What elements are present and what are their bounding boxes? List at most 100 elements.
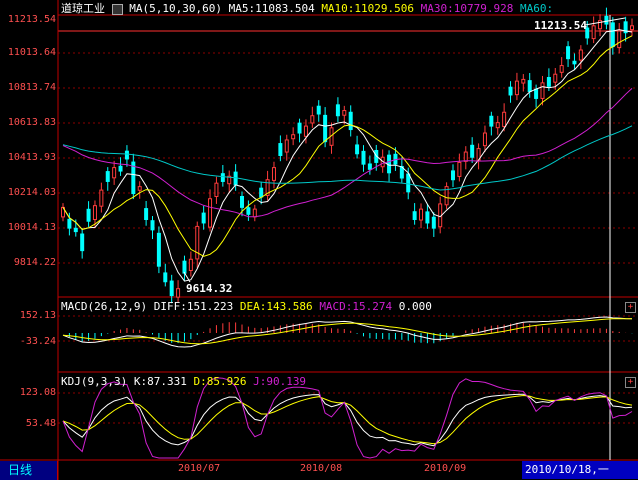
candle-up	[291, 134, 296, 140]
candle-down	[240, 195, 245, 208]
candle-down	[80, 233, 85, 252]
macd-spec: MACD(26,12,9)	[61, 300, 148, 313]
candle-down	[348, 111, 353, 131]
kdj-k-line	[62, 393, 633, 447]
candle-up	[457, 161, 462, 177]
kdj-expand-button[interactable]: +	[625, 377, 636, 388]
candle-down	[361, 150, 366, 165]
macd-axis-label: -33.24	[19, 336, 56, 347]
low-price-label: 9614.32	[186, 282, 233, 295]
x-axis-label: 2010/09	[424, 463, 467, 474]
price-axis-label: 9814.22	[13, 257, 56, 268]
macd-diff-value: DIFF:151.223	[153, 300, 234, 313]
macd-diff-line	[62, 316, 633, 348]
candle-up	[482, 132, 487, 147]
candle-down	[566, 46, 571, 60]
candle-up	[419, 208, 424, 221]
macd-dea-value: DEA:143.586	[239, 300, 313, 313]
candle-down	[182, 260, 187, 274]
candle-down	[527, 80, 532, 93]
candle-down	[572, 60, 577, 65]
candle-up	[502, 111, 507, 127]
kdj-axis-label: 123.08	[19, 387, 56, 398]
macd-lines	[62, 316, 633, 348]
price-axis-label: 10214.03	[7, 187, 56, 198]
candle-down	[610, 22, 615, 48]
kdj-header: KDJ(9,3,3) K:87.331 D:85.926 J:90.139	[61, 375, 306, 388]
price-axis-label: 10613.83	[7, 117, 56, 128]
candle-up	[310, 115, 315, 124]
candle-up	[521, 78, 526, 84]
candle-down	[73, 227, 78, 233]
candle-down	[406, 173, 411, 193]
x-axis-label: 2010/07	[178, 463, 221, 474]
kdj-d-line	[62, 394, 633, 445]
candle-up	[214, 182, 219, 197]
candle-down	[450, 170, 455, 181]
grid-lines	[0, 0, 638, 480]
stock-chart[interactable]	[0, 0, 638, 480]
candle-up	[553, 73, 558, 83]
candle-down	[355, 144, 360, 155]
candle-down	[220, 173, 225, 182]
candle-up	[514, 80, 519, 96]
candle-down	[169, 280, 174, 297]
candle-up	[208, 198, 213, 228]
candle-up	[578, 49, 583, 61]
candle-down	[118, 165, 123, 172]
candle-up	[92, 205, 97, 220]
ma-spec: MA(5,10,30,60)	[129, 2, 222, 15]
candle-down	[67, 218, 72, 229]
candle-down	[425, 211, 430, 224]
kdj-k-value: K:87.331	[133, 375, 187, 388]
candle-down	[156, 232, 161, 267]
candle-down	[278, 143, 283, 157]
ma10-line	[62, 35, 633, 257]
candle-down	[144, 208, 149, 220]
candle-up	[284, 139, 289, 153]
candle-up	[271, 167, 276, 181]
candle-down	[367, 163, 372, 170]
candle-down	[335, 104, 340, 117]
candle-down	[604, 15, 609, 25]
high-price-label: 11213.54	[534, 19, 587, 32]
candle-up	[559, 65, 564, 73]
main-header: 道琼工业 MA(5,10,30,60) MA5:11083.504 MA10:1…	[61, 2, 553, 15]
candle-up	[252, 208, 257, 218]
macd-zero-value: 0.000	[398, 300, 432, 313]
candle-down	[105, 171, 110, 182]
candle-up	[540, 82, 545, 99]
candle-up	[591, 25, 596, 40]
candle-up	[303, 125, 308, 137]
candle-down	[150, 220, 155, 231]
candle-up	[342, 110, 347, 116]
ma30-line	[62, 88, 633, 218]
ma-toggle-icon[interactable]	[111, 3, 123, 15]
candle-up	[137, 186, 142, 191]
candle-down	[246, 207, 251, 215]
price-axis-label: 10413.93	[7, 152, 56, 163]
candle-up	[112, 167, 117, 179]
candle-down	[201, 212, 206, 224]
candle-down	[546, 77, 551, 87]
candle-down	[534, 88, 539, 99]
price-axis-label: 10813.74	[7, 82, 56, 93]
ma5-value: MA5:11083.504	[228, 2, 315, 15]
price-axis-label: 11013.64	[7, 47, 56, 58]
kdj-lines	[62, 377, 633, 459]
candle-down	[489, 115, 494, 127]
candle-down	[259, 187, 264, 198]
candle-down	[412, 211, 417, 220]
candle-down	[508, 86, 513, 96]
kdj-spec: KDJ(9,3,3)	[61, 375, 128, 388]
candle-up	[495, 122, 500, 129]
moving-average-lines	[62, 29, 633, 282]
macd-histogram	[68, 322, 633, 344]
candle-down	[470, 144, 475, 158]
macd-header: MACD(26,12,9) DIFF:151.223 DEA:143.586 M…	[61, 300, 432, 313]
candle-down	[316, 105, 321, 115]
candle-up	[463, 151, 468, 162]
macd-expand-button[interactable]: +	[625, 302, 636, 313]
x-axis-label: 2010/08	[300, 463, 343, 474]
candlestick-series	[61, 7, 634, 304]
